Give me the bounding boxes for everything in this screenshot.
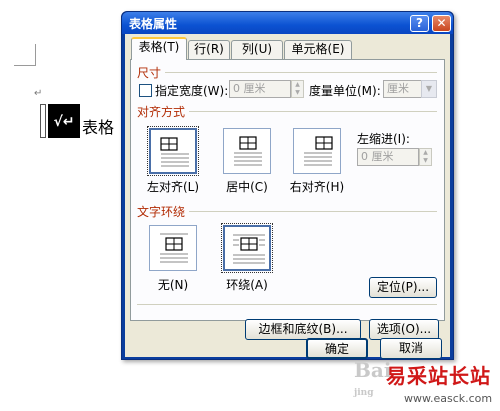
logo-subtext: jing: [354, 388, 374, 398]
preferred-width-input[interactable]: 0 厘米: [229, 80, 291, 98]
preferred-width-label: 指定宽度(W):: [155, 84, 229, 98]
bottom-divider: [137, 304, 437, 305]
wrap-around-option[interactable]: [221, 223, 273, 273]
align-left-label: 左对齐(L): [146, 180, 200, 194]
alignment-section-title: 对齐方式: [137, 105, 186, 119]
tab-table[interactable]: 表格(T): [131, 37, 187, 60]
align-right-option[interactable]: [293, 128, 341, 174]
size-divider: [165, 72, 437, 73]
dialog-body: 表格(T) 行(R) 列(U) 单元格(E) 尺寸 指定宽度(W): 0 厘米 …: [125, 34, 450, 357]
tab-row[interactable]: 行(R): [188, 40, 230, 59]
table-cell-selected[interactable]: √↵: [48, 104, 80, 138]
align-left-icon: [160, 137, 189, 167]
wrap-none-label: 无(N): [157, 278, 189, 292]
tab-cell[interactable]: 单元格(E): [284, 40, 352, 59]
preferred-width-spinner[interactable]: ▲ ▼: [291, 80, 304, 98]
wrap-around-icon: [233, 234, 265, 264]
document-text: 表格: [82, 118, 115, 137]
page-margin-corner: [14, 44, 36, 66]
wrapping-section-title: 文字环绕: [137, 205, 186, 219]
options-button[interactable]: 选项(O)...: [369, 319, 439, 340]
help-button[interactable]: ?: [410, 15, 429, 32]
indent-input[interactable]: 0 厘米: [357, 148, 419, 166]
indent-label: 左缩进(I):: [357, 132, 410, 146]
ok-button[interactable]: 确定: [306, 338, 368, 359]
align-center-icon: [234, 136, 262, 166]
chevron-down-icon[interactable]: ▼: [421, 80, 437, 98]
dialog-title: 表格属性: [129, 17, 178, 31]
watermark-site-name: 易采站长站: [386, 364, 491, 388]
watermark-url: www.easck.com: [404, 392, 493, 405]
tab-column[interactable]: 列(U): [231, 40, 283, 59]
wrap-around-label: 环绕(A): [226, 278, 268, 292]
align-left-option[interactable]: [147, 126, 199, 176]
wrap-none-option[interactable]: [149, 225, 197, 271]
paragraph-mark: ↵: [34, 88, 43, 99]
cancel-button[interactable]: 取消: [380, 338, 442, 359]
table-properties-dialog: 表格属性 ? ✕ 表格(T) 行(R) 列(U) 单元格(E) 尺寸 指定宽度(…: [121, 11, 454, 360]
dialog-titlebar[interactable]: 表格属性 ? ✕: [122, 12, 453, 34]
size-section-title: 尺寸: [137, 66, 162, 80]
align-center-option[interactable]: [223, 128, 271, 174]
measure-in-label: 度量单位(M):: [309, 84, 381, 98]
close-button[interactable]: ✕: [432, 15, 451, 32]
borders-shading-button[interactable]: 边框和底纹(B)...: [245, 319, 361, 340]
wrapping-divider: [189, 211, 437, 212]
indent-spinner[interactable]: ▲ ▼: [419, 148, 432, 166]
align-center-label: 居中(C): [226, 180, 268, 194]
wrap-none-icon: [160, 233, 188, 263]
preferred-width-checkbox[interactable]: [139, 84, 152, 97]
alignment-divider: [189, 111, 437, 112]
text-cursor: [40, 104, 46, 138]
baidu-jingyan-logo: Bai jing: [354, 358, 391, 398]
tab-panel-table: 尺寸 指定宽度(W): 0 厘米 ▲▼ 度量单位(M): 厘米 ▼ 对齐方式: [130, 59, 445, 321]
positioning-button[interactable]: 定位(P)...: [369, 277, 437, 298]
align-right-label: 右对齐(H): [289, 180, 345, 194]
align-right-icon: [304, 136, 333, 166]
